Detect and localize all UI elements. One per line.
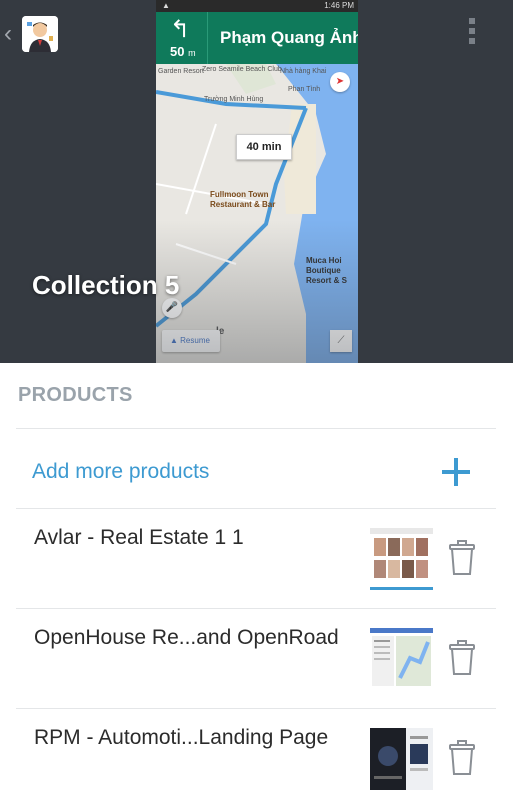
- map-poi: Fullmoon Town Restaurant & Bar: [210, 190, 276, 209]
- open-house-thumbnail-image: [370, 628, 433, 690]
- products-heading: PRODUCTS: [18, 384, 133, 406]
- compass-icon: ➤: [330, 72, 350, 92]
- trash-icon[interactable]: [448, 640, 476, 676]
- microphone-icon: 🎤: [162, 298, 182, 318]
- collection-title: Collection 5: [32, 270, 180, 300]
- user-avatar-icon: [22, 16, 58, 52]
- add-more-products-button[interactable]: Add more products: [16, 430, 496, 508]
- chevron-left-icon[interactable]: ‹: [4, 22, 12, 46]
- divider: [16, 428, 496, 429]
- map-view: Garden Resort Zero Seamile Beach Club Nh…: [156, 64, 358, 363]
- product-name: Avlar - Real Estate 1 1: [34, 526, 244, 549]
- route-overview-icon: ⟋: [330, 330, 352, 352]
- product-thumbnail[interactable]: [370, 628, 433, 690]
- map-label: Phan Tình: [288, 86, 321, 93]
- avatar[interactable]: [22, 16, 58, 52]
- more-vertical-icon[interactable]: [466, 18, 478, 50]
- trash-icon[interactable]: [448, 740, 476, 776]
- collection-cover-image: ▲ 1:46 PM ↰ 50 m Phạm Quang Ảnh Garden R…: [156, 0, 358, 363]
- product-name: OpenHouse Re...and OpenRoad: [34, 626, 339, 649]
- turn-distance: 50 m: [170, 44, 196, 59]
- map-label: Garden Resort: [158, 68, 204, 75]
- preview-status-bar: ▲ 1:46 PM: [156, 0, 358, 12]
- product-row[interactable]: RPM - Automoti...Landing Page: [16, 708, 496, 800]
- collection-header: ▲ 1:46 PM ↰ 50 m Phạm Quang Ảnh Garden R…: [0, 0, 513, 363]
- product-name: RPM - Automoti...Landing Page: [34, 726, 329, 749]
- map-poi: Muca Hoi Boutique Resort & S: [306, 256, 347, 285]
- eta-label: 40 min: [236, 134, 292, 160]
- trash-icon[interactable]: [448, 540, 476, 576]
- product-thumbnail[interactable]: [370, 728, 433, 790]
- product-thumbnail[interactable]: [370, 528, 433, 590]
- automotive-thumbnail-image: [370, 728, 433, 790]
- map-label: Zero Seamile Beach Club: [202, 66, 282, 73]
- turn-left-icon: ↰: [170, 16, 191, 43]
- map-label: Nhà hàng Khai: [280, 68, 327, 75]
- turn-instruction: ↰ 50 m: [156, 12, 208, 64]
- plus-icon[interactable]: [442, 458, 470, 486]
- product-row[interactable]: Avlar - Real Estate 1 1: [16, 508, 496, 608]
- real-estate-thumbnail-image: [370, 528, 433, 590]
- map-label: Trường Minh Hùng: [204, 96, 264, 103]
- product-row[interactable]: OpenHouse Re...and OpenRoad: [16, 608, 496, 708]
- map-graphic: [156, 64, 358, 363]
- preview-time: 1:46 PM: [324, 1, 354, 10]
- nav-status-icon: ▲: [162, 1, 170, 10]
- add-more-products-label: Add more products: [32, 460, 210, 483]
- resume-button: ▲ Resume: [162, 330, 220, 352]
- street-name: Phạm Quang Ảnh: [220, 28, 358, 47]
- navigation-banner: ↰ 50 m Phạm Quang Ảnh: [156, 12, 358, 64]
